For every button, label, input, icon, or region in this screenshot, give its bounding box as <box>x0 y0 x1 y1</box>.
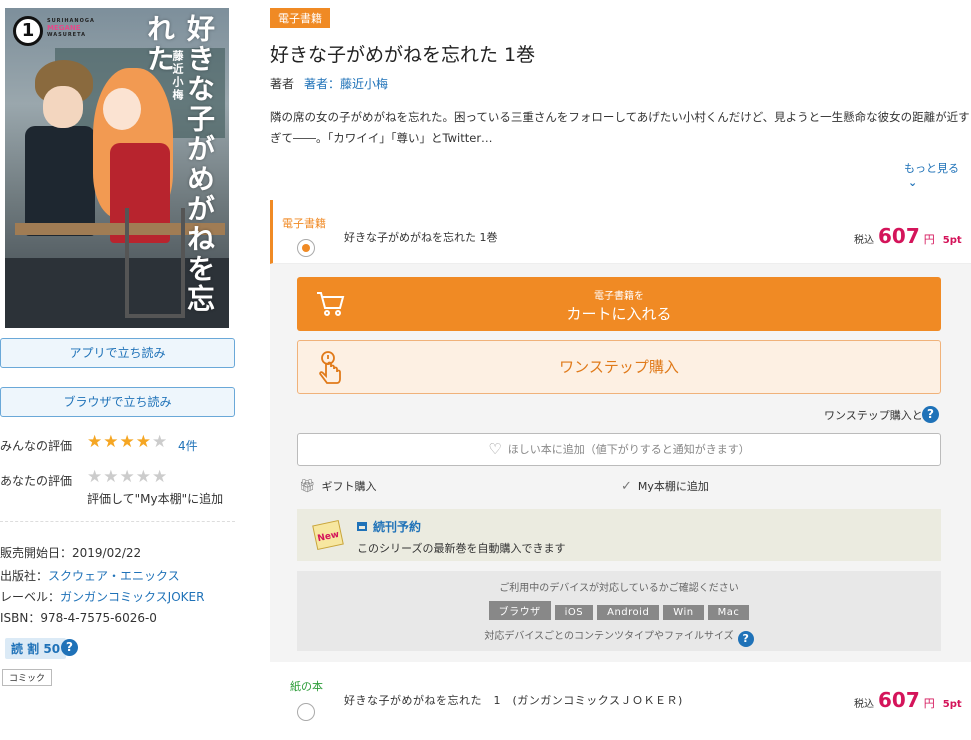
ebook-option-label: 電子書籍 <box>282 217 326 230</box>
rate-hint: 評価して"My本棚"に追加 <box>87 492 224 506</box>
check-icon: ✓ <box>621 479 632 494</box>
read-in-browser-button[interactable]: ブラウザで立ち読み <box>0 387 235 417</box>
book-cover[interactable]: 1 SURIHANOGA MEGANE WASURETA 好きな子がめがねを忘れ… <box>5 8 229 328</box>
ebook-option-name: 好きな子がめがねを忘れた 1巻 <box>344 231 498 244</box>
device-chips: ブラウザ iOS Android Win Mac <box>297 601 941 620</box>
star-icon: ★ <box>87 432 104 452</box>
add-to-cart-button[interactable]: 電子書籍を カートに入れる <box>297 277 941 331</box>
one-step-buy-button[interactable]: ワンステップ購入 <box>297 340 941 394</box>
star-icon: ★ <box>103 467 120 487</box>
star-icon: ★ <box>119 432 136 452</box>
paper-option-name: 好きな子がめがねを忘れた 1 (ガンガンコミックスＪＯＫＥＲ) <box>344 694 683 707</box>
add-to-shelf-link[interactable]: ✓ My本棚に追加 <box>621 478 709 494</box>
publisher-row: 出版社：スクウェア・エニックス <box>0 569 180 583</box>
show-more-link[interactable]: もっと見る⌄ <box>904 160 971 189</box>
device-chip: iOS <box>554 605 594 620</box>
paper-price: 税込 607 円 5pt <box>854 688 962 712</box>
divider <box>0 521 235 522</box>
one-step-help-link[interactable]: ワンステップ購入とは <box>824 407 934 423</box>
device-chip: Win <box>663 605 704 620</box>
read-discount-badge: 読 割 50 <box>5 638 67 659</box>
new-badge-icon: New <box>312 519 344 551</box>
device-compatibility: ご利用中のデバイスが対応しているかご確認ください ブラウザ iOS Android W… <box>297 571 941 651</box>
genre-tag[interactable]: コミック <box>2 669 53 686</box>
description: 隣の席の女の子がめがねを忘れた。困っている三重さんをフォローしてあげたい小村くん… <box>270 110 970 145</box>
ebook-radio[interactable] <box>297 239 315 257</box>
publisher-link[interactable]: スクウェア・エニックス <box>48 569 180 583</box>
glasses-logo-icon: MEGANE <box>47 24 81 32</box>
device-chip: Android <box>597 605 660 620</box>
star-icon: ★ <box>135 467 152 487</box>
series-subtitle: このシリーズの最新巻を自動購入できます <box>357 542 566 555</box>
cover-volume-number: 1 <box>13 16 43 46</box>
rating-count-link[interactable]: 4件 <box>178 437 198 454</box>
your-rating-stars[interactable]: ★★★★★ <box>87 469 168 486</box>
gift-icon: 🎁︎ <box>299 479 316 494</box>
help-icon[interactable]: ? <box>922 406 939 423</box>
star-icon: ★ <box>103 432 120 452</box>
device-notice: ご利用中のデバイスが対応しているかご確認ください <box>499 583 739 594</box>
format-label: 電子書籍 <box>270 8 330 28</box>
add-to-wishlist-button[interactable]: ♡ ほしい本に追加（値下がりすると通知がきます） <box>297 433 941 466</box>
calendar-icon <box>357 522 367 531</box>
star-icon: ★ <box>119 467 136 487</box>
cover-boy-face <box>43 86 83 128</box>
cover-author: 藤近小梅 <box>171 50 184 102</box>
star-icon: ★ <box>152 467 169 487</box>
series-title: 続刊予約 <box>357 518 421 535</box>
paper-option-label: 紙の本 <box>290 680 323 693</box>
page-title: 好きな子がめがねを忘れた 1巻 <box>270 44 536 66</box>
cover-brand: SURIHANOGA MEGANE WASURETA <box>47 18 95 38</box>
isbn: ISBN：978-4-7575-6026-0 <box>0 611 157 625</box>
read-in-app-button[interactable]: アプリで立ち読み <box>0 338 235 368</box>
cover-girl-face <box>103 88 141 130</box>
label-link[interactable]: ガンガンコミックスJOKER <box>60 590 204 604</box>
help-icon[interactable]: ? <box>61 639 78 656</box>
gift-purchase-link[interactable]: 🎁︎ ギフト購入 <box>299 478 377 494</box>
everyone-rating-label: みんなの評価 <box>0 439 73 453</box>
device-chip: ブラウザ <box>488 601 551 620</box>
device-info-link: 対応デバイスごとのコンテンツタイプやファイルサイズ? <box>297 627 941 647</box>
everyone-rating-stars: ★★★★★ <box>87 434 168 451</box>
ebook-price: 税込 607 円 5pt <box>854 224 962 248</box>
star-icon: ★ <box>135 432 152 452</box>
heart-icon: ♡ <box>488 440 502 458</box>
your-rating-label: あなたの評価 <box>0 474 73 488</box>
cover-boy-body <box>25 126 95 236</box>
release-date: 販売開始日：2019/02/22 <box>0 546 142 560</box>
device-chip: Mac <box>707 605 750 620</box>
chevron-down-icon: ⌄ <box>908 176 918 189</box>
author-row: 著者 著者：藤近小梅 <box>270 77 389 91</box>
series-reservation[interactable]: New 続刊予約 このシリーズの最新巻を自動購入できます <box>297 509 941 561</box>
author-link[interactable]: 著者：藤近小梅 <box>304 77 388 91</box>
tap-hand-icon <box>319 351 341 384</box>
star-icon: ★ <box>152 432 169 452</box>
help-icon[interactable]: ? <box>737 631 754 647</box>
star-icon: ★ <box>87 467 104 487</box>
paper-radio[interactable] <box>297 703 315 721</box>
label-row: レーベル：ガンガンコミックスJOKER <box>0 590 205 604</box>
